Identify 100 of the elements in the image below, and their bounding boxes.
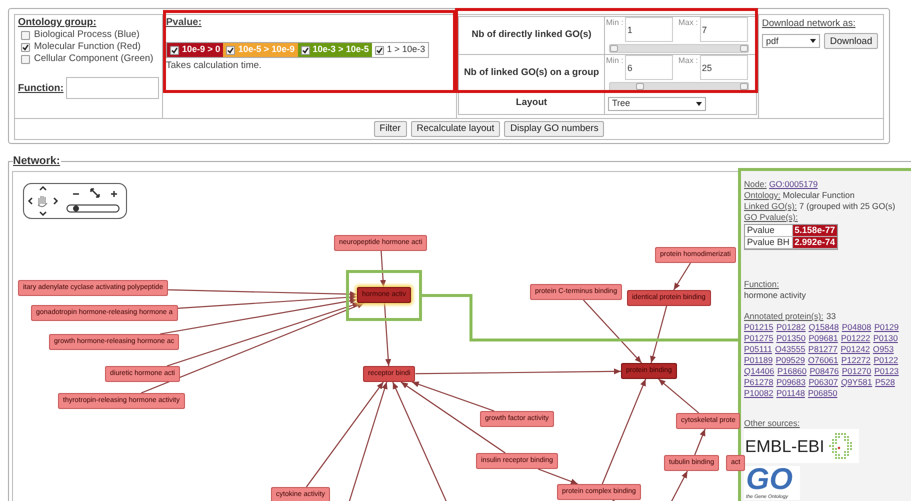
filter-label: Layout bbox=[459, 93, 605, 114]
protein-link[interactable]: Q9Y581 bbox=[840, 377, 872, 388]
checkbox[interactable] bbox=[374, 46, 384, 54]
protein-link[interactable]: Q15848 bbox=[808, 322, 839, 333]
max-label: Max : bbox=[678, 55, 698, 67]
protein-link[interactable]: P10082 bbox=[744, 388, 774, 399]
protein-link[interactable]: P01242 bbox=[840, 344, 870, 355]
protein-link[interactable]: P01215 bbox=[744, 322, 774, 333]
protein-link[interactable]: O43555 bbox=[775, 344, 806, 355]
protein-link[interactable]: P04808 bbox=[842, 322, 872, 333]
section-title: Ontology group: bbox=[18, 17, 98, 29]
max-input-field[interactable]: 25 bbox=[700, 55, 748, 80]
protein-link[interactable]: P528 bbox=[875, 377, 895, 388]
protein-link[interactable]: P01282 bbox=[776, 322, 806, 333]
connector-arrow bbox=[673, 262, 691, 290]
protein-link[interactable]: O953 bbox=[872, 344, 894, 355]
button[interactable]: Display GO numbers bbox=[504, 121, 604, 137]
go-id-link[interactable]: GO:0005179 bbox=[769, 179, 818, 189]
protein-link[interactable]: P06307 bbox=[808, 377, 838, 388]
button[interactable]: Filter bbox=[374, 121, 407, 137]
filter-label: Nb of linked GO(s) on a group bbox=[459, 55, 605, 93]
slider-thumb[interactable] bbox=[636, 83, 644, 90]
table-cell: Pvalue bbox=[745, 225, 793, 237]
protein-link[interactable]: P0123 bbox=[874, 366, 899, 377]
checkbox[interactable] bbox=[21, 42, 30, 52]
info-label: Annotated protein(s): bbox=[744, 311, 824, 321]
dropdown-caret-icon bbox=[696, 102, 702, 106]
range-slider-track[interactable] bbox=[609, 44, 749, 53]
format-select[interactable]: pdf bbox=[762, 34, 820, 48]
protein-link[interactable]: P01350 bbox=[776, 333, 806, 344]
checkbox[interactable] bbox=[300, 46, 310, 54]
min-input-field[interactable]: 6 bbox=[625, 55, 674, 80]
min-label: Min : bbox=[606, 17, 624, 29]
section-title: Download network as: bbox=[762, 17, 856, 31]
slider-thumb[interactable] bbox=[610, 45, 618, 52]
info-label: Other sources: bbox=[744, 418, 801, 429]
checkbox[interactable] bbox=[226, 46, 236, 54]
protein-link[interactable]: P12272 bbox=[841, 355, 871, 366]
table-cell: Pvalue BH bbox=[745, 237, 793, 249]
protein-link[interactable]: P08476 bbox=[810, 366, 839, 377]
protein-count: 33 bbox=[826, 311, 836, 321]
field-label: Function: bbox=[18, 82, 64, 96]
checkbox-label: Biological Process (Blue) bbox=[34, 28, 140, 42]
info-line: Ontology: Molecular Function bbox=[744, 190, 856, 201]
note-text: Takes calculation time. bbox=[166, 59, 263, 73]
min-label: Min : bbox=[606, 55, 624, 67]
min-input-field[interactable]: 1 bbox=[625, 17, 674, 42]
protein-link[interactable]: P01222 bbox=[840, 333, 870, 344]
filter-label: Nb of directly linked GO(s) bbox=[459, 17, 605, 55]
table-cell: 2.992e-74 bbox=[792, 237, 838, 249]
protein-link[interactable]: P81277 bbox=[808, 344, 838, 355]
dotted-hexagon-icon bbox=[828, 432, 854, 460]
protein-link[interactable]: P0129 bbox=[874, 322, 899, 333]
protein-link[interactable]: P05111 bbox=[744, 344, 772, 355]
protein-link[interactable]: P01275 bbox=[744, 333, 774, 344]
protein-link[interactable]: P01270 bbox=[842, 366, 872, 377]
connector-arrow bbox=[384, 302, 392, 366]
protein-link[interactable]: P09683 bbox=[776, 377, 806, 388]
network-legend: Network: bbox=[13, 156, 62, 167]
protein-link[interactable]: P0122 bbox=[874, 355, 898, 366]
button[interactable]: Download bbox=[824, 33, 878, 50]
slider-thumb[interactable] bbox=[740, 45, 748, 52]
connector-arrow bbox=[658, 378, 700, 414]
max-label: Max : bbox=[678, 17, 698, 29]
protein-link[interactable]: O76061 bbox=[808, 355, 838, 366]
pvalue-range-option[interactable]: 10e-9 > 0 bbox=[167, 43, 224, 57]
info-text: hormone activity bbox=[744, 290, 807, 301]
connector-arrow bbox=[694, 428, 706, 456]
connector-arrow bbox=[583, 300, 642, 364]
protein-link[interactable]: P09681 bbox=[808, 333, 838, 344]
table-cell: 5.158e-77 bbox=[792, 225, 838, 237]
max-input-field[interactable]: 7 bbox=[700, 17, 748, 42]
dropdown-caret-icon bbox=[810, 39, 816, 44]
protein-link[interactable]: P01148 bbox=[776, 388, 805, 399]
info-line: Linked GO(s): 7 (grouped with 25 GO(s) bbox=[744, 201, 896, 212]
section-title: Pvalue: bbox=[166, 17, 203, 29]
protein-link[interactable]: P16860 bbox=[777, 366, 807, 377]
info-label: Node: bbox=[744, 179, 767, 189]
zoom-pan-control[interactable] bbox=[23, 183, 127, 219]
connector-arrow bbox=[538, 468, 578, 485]
protein-link[interactable]: P06850 bbox=[808, 388, 838, 399]
checkbox-label: Cellular Component (Green) bbox=[34, 52, 154, 66]
protein-link[interactable]: P01189 bbox=[744, 355, 773, 366]
embl-ebi-logo[interactable]: EMBL-EBI bbox=[744, 429, 859, 463]
layout-select[interactable]: Tree bbox=[608, 96, 706, 110]
protein-link[interactable]: P0130 bbox=[873, 333, 898, 344]
button[interactable]: Recalculate layout bbox=[410, 121, 500, 137]
protein-link[interactable]: P61278 bbox=[744, 377, 774, 388]
checkbox[interactable] bbox=[21, 30, 30, 40]
function-input-field[interactable] bbox=[66, 77, 159, 99]
checkbox-label: Molecular Function (Red) bbox=[34, 40, 141, 54]
connector-arrow bbox=[380, 250, 386, 288]
connector-arrow bbox=[650, 306, 668, 364]
info-label: GO Pvalue(s): bbox=[744, 212, 799, 223]
checkbox[interactable] bbox=[21, 54, 30, 64]
info-label: Function: bbox=[744, 279, 780, 290]
protein-link[interactable]: Q14406 bbox=[744, 366, 774, 377]
protein-link[interactable]: P09529 bbox=[776, 355, 805, 366]
slider-thumb[interactable] bbox=[740, 83, 748, 90]
checkbox[interactable] bbox=[170, 46, 179, 54]
